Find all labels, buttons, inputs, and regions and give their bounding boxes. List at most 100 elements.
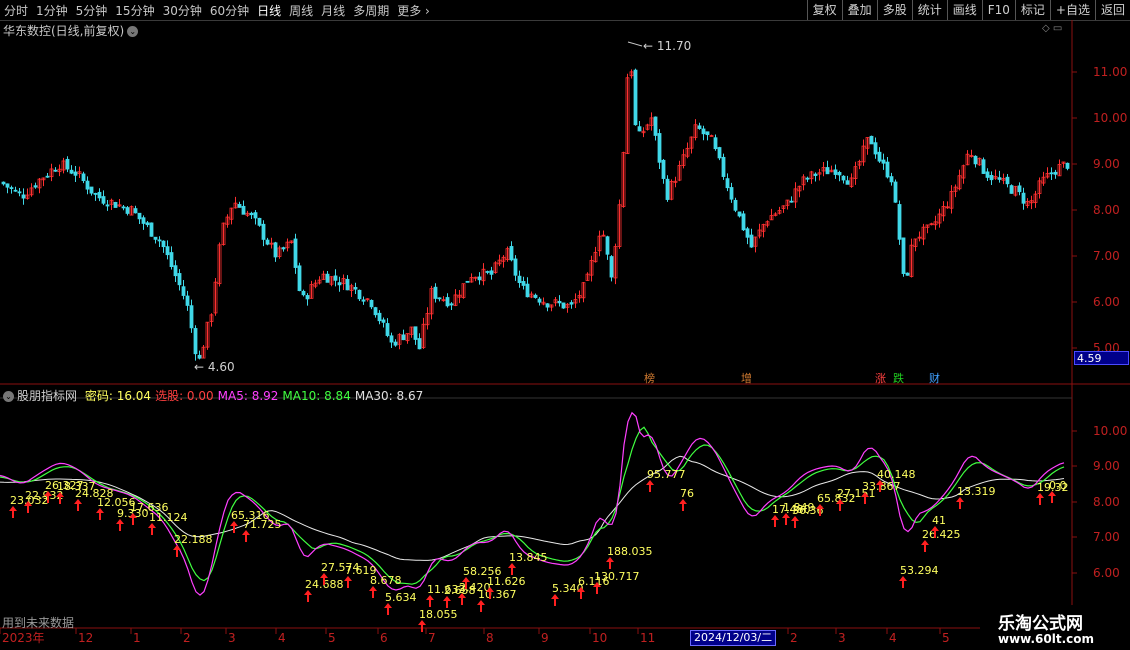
candle-body (721, 156, 726, 177)
x-tick-label: 6 (380, 631, 388, 645)
x-tick-label: 12 (78, 631, 93, 645)
candle-body (989, 175, 994, 181)
candle-body (361, 299, 366, 302)
candle-body (5, 183, 10, 188)
signal-arrow-icon (74, 499, 82, 511)
candle-body (161, 240, 166, 248)
candle-body (45, 175, 50, 178)
candle-body (73, 171, 78, 176)
y-tick-label: 11.00 (1093, 65, 1127, 79)
event-tag[interactable]: 榜 (643, 370, 656, 386)
candle-body (697, 125, 702, 129)
y-tick-label: 9.00 (1093, 157, 1120, 171)
candle-body (561, 302, 566, 309)
candle-body (133, 208, 138, 214)
candle-body (789, 200, 794, 203)
candle-body (537, 298, 542, 303)
signal-arrow-icon (679, 499, 687, 511)
candle-body (369, 299, 374, 308)
candle-body (713, 137, 718, 150)
candle-body (157, 239, 162, 242)
x-tick-label: 2 (790, 631, 798, 645)
candle-body (165, 246, 170, 256)
chevron-down-icon[interactable]: ⌄ (3, 391, 14, 402)
x-tick-label: 5 (942, 631, 950, 645)
candle-body (893, 181, 898, 203)
candle-body (257, 217, 262, 226)
future-data-note: 用到未来数据 (2, 616, 75, 630)
candle-body (749, 234, 754, 248)
signal-value-label: 76 (680, 487, 694, 500)
candle-body (661, 159, 666, 179)
candle-body (637, 126, 642, 132)
candle-body (281, 247, 286, 250)
candle-body (449, 303, 454, 306)
chart-header-icons: ◇ ▭ (1042, 23, 1062, 34)
signal-arrow-icon (899, 576, 907, 588)
signal-arrow-icon (426, 595, 434, 607)
candle-body (325, 273, 330, 283)
candle-body (193, 328, 198, 355)
signal-arrow-icon (116, 519, 124, 531)
candle-body (841, 175, 846, 181)
window-icon[interactable]: ▭ (1053, 23, 1062, 34)
y-tick-label: 8.00 (1093, 203, 1120, 217)
candle-body (253, 212, 258, 219)
x-tick-label: 1 (133, 631, 141, 645)
signal-arrow-icon (242, 530, 250, 542)
candle-body (13, 189, 18, 192)
candle-body (825, 167, 830, 175)
candle-body (173, 265, 178, 277)
signal-value-label: 10.367 (478, 588, 517, 601)
diamond-icon[interactable]: ◇ (1042, 23, 1050, 34)
candle-body (381, 319, 386, 323)
candle-body (513, 258, 518, 276)
signal-arrow-icon (477, 600, 485, 612)
x-tick-label: 4 (889, 631, 897, 645)
x-tick-label: 2 (183, 631, 191, 645)
x-tick-label: 2023年 (2, 631, 45, 645)
signal-arrow-icon (418, 620, 426, 632)
signal-value-label: 11.626 (487, 575, 526, 588)
candle-body (729, 187, 734, 200)
event-tag[interactable]: 财 (928, 370, 941, 386)
signal-arrow-icon (508, 563, 516, 575)
watermark: 乐淘公式网 www.60lt.com (980, 605, 1130, 650)
x-tick-label: 5 (328, 631, 336, 645)
x-tick-label: 4 (278, 631, 286, 645)
candle-body (657, 133, 662, 163)
candle-body (345, 278, 350, 291)
candle-body (153, 236, 158, 240)
candle-body (189, 305, 194, 329)
candle-body (385, 323, 390, 336)
event-tag[interactable]: 跌 (892, 370, 905, 386)
event-tag[interactable]: 涨 (874, 370, 887, 386)
chart-canvas[interactable]: 11.0010.009.008.007.006.005.0010.009.008… (0, 0, 1130, 650)
y-tick-label: 7.00 (1093, 249, 1120, 263)
candle-body (1065, 162, 1070, 169)
candle-body (81, 173, 86, 182)
candle-body (805, 177, 810, 180)
y-tick-label: 10.00 (1093, 424, 1127, 438)
chevron-down-icon[interactable]: ⌄ (127, 26, 139, 37)
y-tick-label: 10.00 (1093, 111, 1127, 125)
candle-body (417, 338, 422, 350)
signal-value-label: 22.188 (174, 533, 213, 546)
candle-body (837, 171, 842, 176)
signal-value-label: 71.725 (243, 518, 282, 531)
indicator-param: MA30: 8.67 (354, 389, 424, 403)
candle-body (633, 69, 638, 126)
candle-body (89, 186, 94, 194)
candle-body (733, 199, 738, 211)
signal-value-label: 18.055 (419, 608, 458, 621)
event-tag[interactable]: 增 (740, 370, 753, 386)
candle-body (413, 326, 418, 340)
candle-body (69, 169, 74, 174)
candle-body (337, 282, 342, 286)
candle-body (393, 341, 398, 346)
signal-value-label: 11.124 (149, 511, 188, 524)
x-tick-label: 11 (640, 631, 655, 645)
candle-body (433, 286, 438, 299)
candle-body (141, 217, 146, 224)
indicator-name[interactable]: 股朋指标网 (17, 389, 77, 403)
